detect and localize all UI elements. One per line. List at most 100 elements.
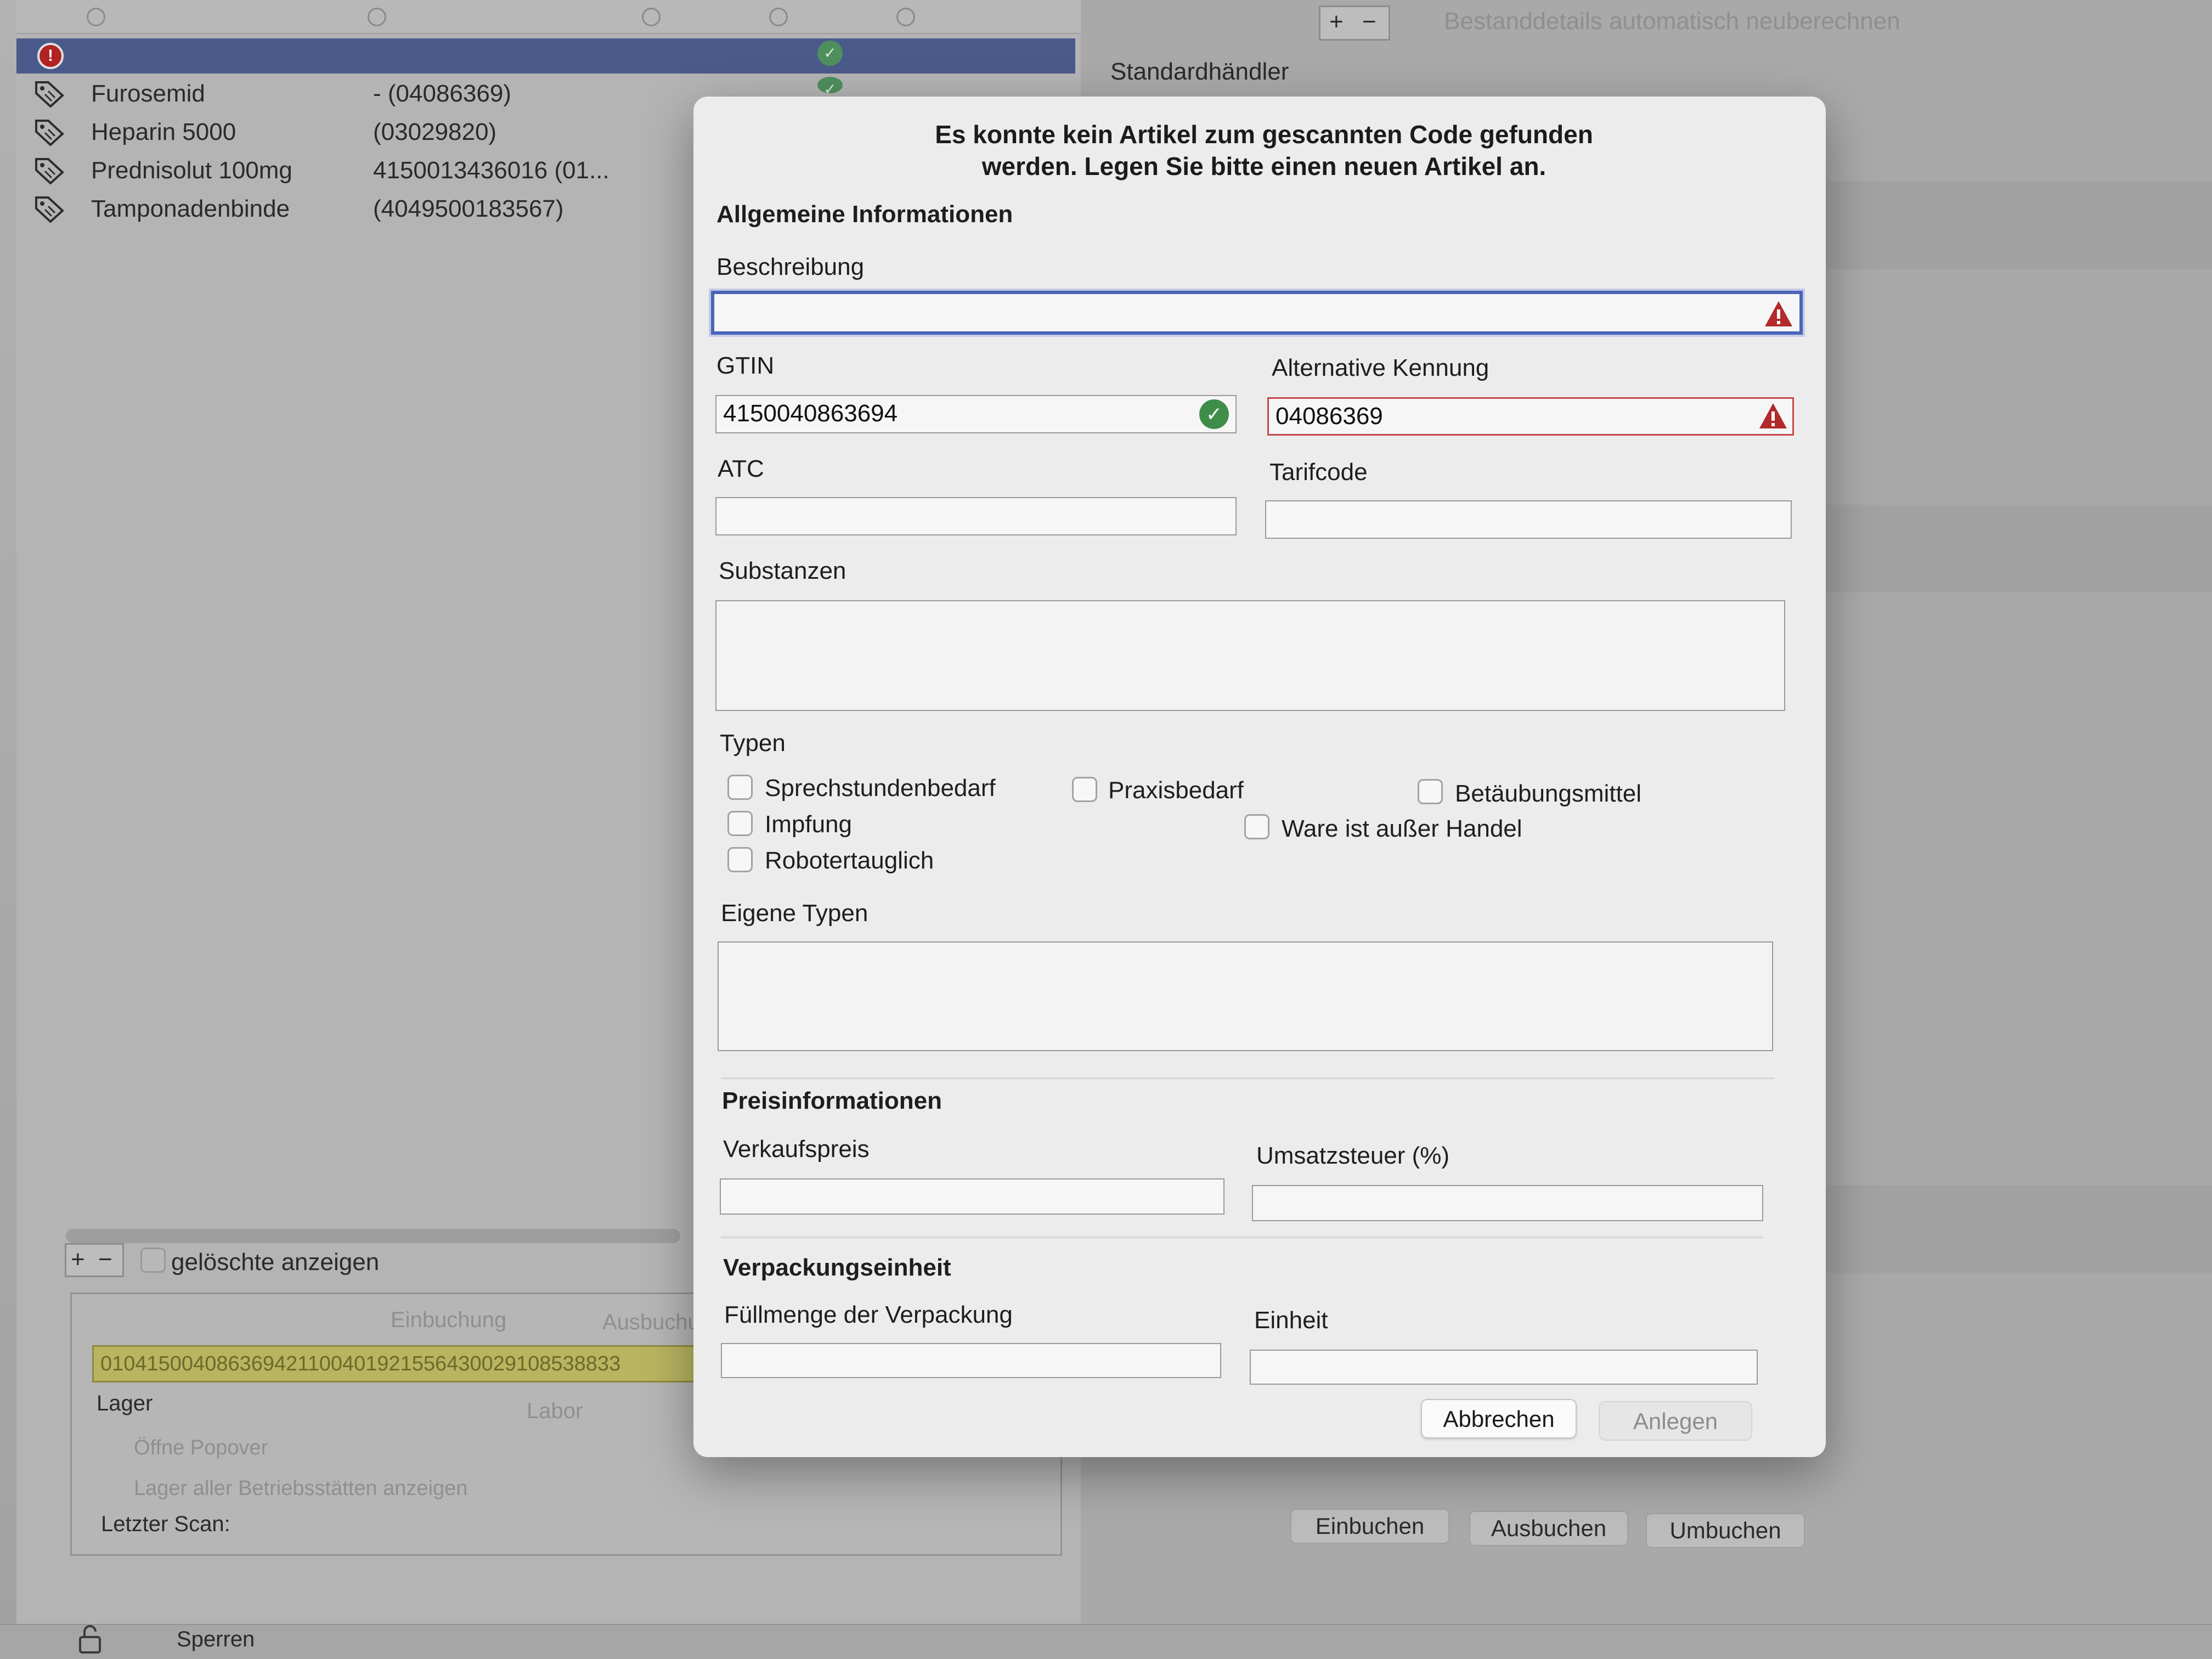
create-button[interactable]: Anlegen (1599, 1401, 1752, 1441)
list-item[interactable]: Furosemid - (04086369) (33, 76, 691, 111)
detail-row-stripe (1810, 1185, 2212, 1273)
list-item[interactable]: Tamponadenbinde (4049500183567) (33, 191, 691, 226)
list-item-name: Tamponadenbinde (91, 195, 290, 222)
add-icon[interactable]: + (1329, 8, 1344, 36)
tariff-code-label: Tarifcode (1269, 459, 1368, 486)
list-add-remove-control: + − (65, 1243, 124, 1277)
description-field[interactable] (711, 291, 1803, 335)
price-tag-icon (35, 158, 64, 184)
price-section-heading: Preisinformationen (722, 1087, 942, 1114)
list-item[interactable]: Heparin 5000 (03029820) (33, 114, 691, 149)
type-checkbox-label: Betäubungsmittel (1455, 780, 1641, 807)
rebook-button[interactable]: Umbuchen (1646, 1513, 1805, 1548)
list-item-code: 4150013436016 (01... (373, 157, 610, 184)
own-types-token-field[interactable] (718, 941, 1773, 1051)
new-article-dialog: Es konnte kein Artikel zum gescannten Co… (693, 97, 1826, 1457)
list-column-header[interactable] (16, 0, 1081, 34)
type-checkbox-label: Sprechstundenbedarf (765, 775, 996, 802)
cancel-button[interactable]: Abbrechen (1421, 1399, 1577, 1438)
mode-in-radio[interactable]: Einbuchung (391, 1308, 506, 1333)
recalc-checkbox-label[interactable]: Bestanddetails automatisch neuberechnen (1444, 8, 1900, 35)
list-item-name: Heparin 5000 (91, 119, 236, 145)
column-sort-indicator[interactable] (769, 8, 788, 26)
warning-icon (1765, 301, 1792, 326)
type-checkbox-label: Robotertauglich (765, 847, 934, 874)
vat-field[interactable] (1252, 1185, 1763, 1221)
price-tag-icon (35, 81, 64, 108)
atc-label: ATC (718, 455, 764, 482)
column-sort-indicator[interactable] (87, 8, 105, 26)
alt-id-label: Alternative Kennung (1272, 354, 1489, 381)
show-deleted-checkbox[interactable] (140, 1248, 166, 1273)
column-sort-indicator[interactable] (368, 8, 386, 26)
fill-amount-field[interactable] (721, 1343, 1221, 1378)
sale-price-field[interactable] (720, 1178, 1224, 1215)
fill-amount-label: Füllmenge der Verpackung (724, 1301, 1013, 1328)
dialog-title-line: Es konnte kein Artikel zum gescannten Co… (935, 120, 1593, 149)
lock-icon[interactable] (78, 1624, 102, 1655)
selected-list-row[interactable] (16, 38, 1075, 74)
unit-label: Einheit (1254, 1307, 1328, 1334)
open-popover-checkbox[interactable]: Öffne Popover (134, 1436, 268, 1460)
column-sort-indicator[interactable] (896, 8, 915, 26)
add-icon[interactable]: + (71, 1246, 85, 1273)
stock-select[interactable]: Labor (527, 1399, 583, 1424)
list-item-name: Prednisolut 100mg (91, 157, 292, 184)
bottom-bar (0, 1624, 2212, 1659)
list-item-code: (4049500183567) (373, 195, 564, 222)
dialog-title-line: werden. Legen Sie bitte einen neuen Arti… (981, 152, 1547, 180)
list-item[interactable]: Prednisolut 100mg 4150013436016 (01... (33, 153, 691, 188)
list-item-code: - (04086369) (373, 80, 511, 107)
type-checkbox-label: Impfung (765, 811, 852, 838)
substances-token-field[interactable] (715, 600, 1785, 711)
show-deleted-label: gelöschte anzeigen (171, 1249, 380, 1276)
list-item-code: (03029820) (373, 119, 497, 145)
column-sort-indicator[interactable] (642, 8, 661, 26)
alt-id-field[interactable]: 04086369 (1267, 397, 1794, 436)
scan-input[interactable]: 0104150040863694211004019215564300291085… (92, 1345, 718, 1383)
vat-label: Umsatzsteuer (%) (1256, 1142, 1450, 1169)
remove-icon[interactable]: − (1362, 8, 1376, 36)
type-checkbox[interactable] (727, 847, 753, 872)
error-icon: ! (37, 43, 64, 69)
price-tag-icon (35, 120, 64, 146)
types-label: Typen (720, 730, 786, 757)
detail-row-stripe (1810, 181, 2212, 269)
type-checkbox-label: Praxisbedarf (1108, 777, 1244, 804)
check-icon: ✓ (817, 77, 843, 93)
section-divider (721, 1237, 1763, 1238)
section-divider (721, 1077, 1774, 1079)
detail-row-stripe (1810, 505, 2212, 592)
list-item-name: Furosemid (91, 80, 205, 107)
valid-check-icon: ✓ (1199, 399, 1229, 429)
dialog-title: Es konnte kein Artikel zum gescannten Co… (836, 119, 1692, 182)
check-icon: ✓ (817, 41, 843, 66)
general-section-heading: Allgemeine Informationen (716, 201, 1013, 228)
sale-price-label: Verkaufspreis (723, 1136, 870, 1163)
book-in-button[interactable]: Einbuchen (1290, 1509, 1449, 1544)
type-checkbox[interactable] (727, 775, 753, 800)
own-types-label: Eigene Typen (721, 900, 868, 927)
type-checkbox[interactable] (1418, 779, 1443, 804)
gtin-field[interactable]: 4150040863694 (715, 395, 1237, 433)
type-checkbox[interactable] (727, 811, 753, 836)
last-scan-label: Letzter Scan: (101, 1512, 230, 1536)
book-out-button[interactable]: Ausbuchen (1469, 1511, 1628, 1546)
gtin-label: GTIN (716, 352, 775, 379)
packaging-section-heading: Verpackungseinheit (723, 1254, 951, 1281)
atc-field[interactable] (715, 497, 1237, 535)
substances-label: Substanzen (719, 557, 847, 584)
stock-label: Lager (97, 1391, 153, 1415)
tariff-code-field[interactable] (1265, 500, 1792, 539)
type-checkbox[interactable] (1072, 777, 1097, 802)
detail-add-remove-control: + − (1319, 5, 1390, 41)
unit-field[interactable] (1250, 1350, 1758, 1385)
remove-icon[interactable]: − (98, 1246, 112, 1273)
list-scrollbar[interactable] (66, 1229, 680, 1243)
description-label: Beschreibung (716, 253, 865, 280)
type-checkbox[interactable] (1244, 814, 1269, 839)
all-sites-checkbox[interactable]: Lager aller Betriebsstätten anzeigen (134, 1477, 467, 1500)
lock-label[interactable]: Sperren (177, 1627, 255, 1652)
warning-icon (1759, 403, 1787, 428)
price-tag-icon (35, 196, 64, 223)
